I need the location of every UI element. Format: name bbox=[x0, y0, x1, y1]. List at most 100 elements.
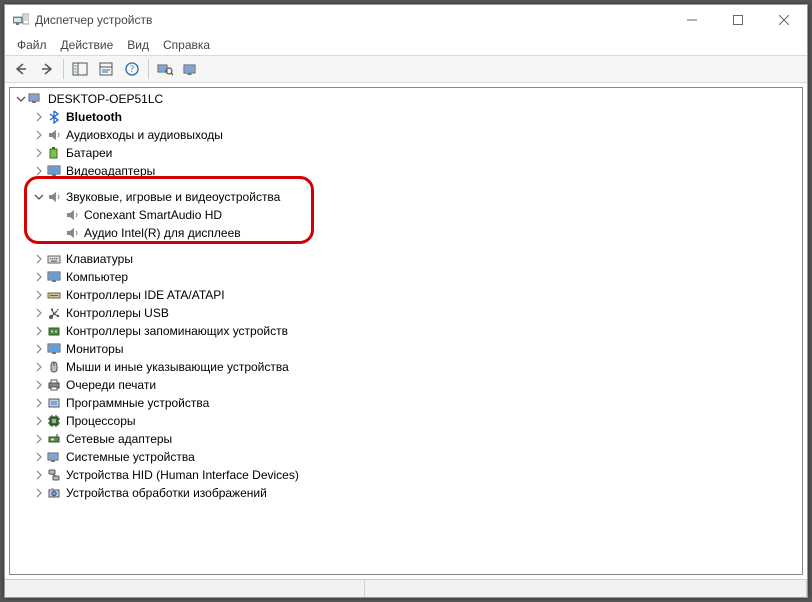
chevron-right-icon[interactable] bbox=[32, 378, 46, 392]
monitor-icon bbox=[46, 269, 62, 285]
network-adapters-label[interactable]: Сетевые адаптеры bbox=[66, 432, 172, 446]
tree-item-mice[interactable]: Мыши и иные указывающие устройства bbox=[14, 358, 802, 376]
printer-icon bbox=[46, 377, 62, 393]
computer-icon bbox=[28, 91, 44, 107]
tree-item-processors[interactable]: Процессоры bbox=[14, 412, 802, 430]
menu-action[interactable]: Действие bbox=[61, 38, 114, 52]
toolbar-add-legacy-button[interactable] bbox=[179, 57, 203, 81]
mouse-icon bbox=[46, 359, 62, 375]
maximize-button[interactable] bbox=[715, 5, 761, 35]
storage-controllers-label[interactable]: Контроллеры запоминающих устройств bbox=[66, 324, 288, 338]
tree-item-bluetooth[interactable]: Bluetooth bbox=[14, 108, 802, 126]
software-devices-label[interactable]: Программные устройства bbox=[66, 396, 209, 410]
menu-view[interactable]: Вид bbox=[127, 38, 149, 52]
mice-label[interactable]: Мыши и иные указывающие устройства bbox=[66, 360, 289, 374]
tree-item-ide-atapi[interactable]: Контроллеры IDE ATA/ATAPI bbox=[14, 286, 802, 304]
cpu-icon bbox=[46, 413, 62, 429]
system-device-icon bbox=[46, 449, 62, 465]
chevron-right-icon[interactable] bbox=[32, 128, 46, 142]
sound-video-game-label[interactable]: Звуковые, игровые и видеоустройства bbox=[66, 190, 280, 204]
speaker-icon bbox=[46, 189, 62, 205]
chevron-down-icon[interactable] bbox=[14, 92, 28, 106]
chevron-right-icon[interactable] bbox=[32, 146, 46, 160]
device-tree[interactable]: DESKTOP-OEP51LC Bluetooth Аудиовходы и а… bbox=[9, 87, 803, 575]
tree-item-display-adapters[interactable]: Видеоадаптеры bbox=[14, 162, 802, 180]
chevron-right-icon[interactable] bbox=[32, 324, 46, 338]
chevron-right-icon[interactable] bbox=[32, 414, 46, 428]
tree-item-keyboards[interactable]: Клавиатуры bbox=[14, 250, 802, 268]
audio-io-label[interactable]: Аудиовходы и аудиовыходы bbox=[66, 128, 223, 142]
tree-item-print-queues[interactable]: Очереди печати bbox=[14, 376, 802, 394]
tree-item-intel-audio[interactable]: Аудио Intel(R) для дисплеев bbox=[14, 224, 802, 242]
toolbar-show-hide-tree-button[interactable] bbox=[68, 57, 92, 81]
tree-item-network-adapters[interactable]: Сетевые адаптеры bbox=[14, 430, 802, 448]
toolbar-properties-button[interactable] bbox=[94, 57, 118, 81]
toolbar-scan-hardware-button[interactable] bbox=[153, 57, 177, 81]
chevron-right-icon[interactable] bbox=[32, 450, 46, 464]
intel-audio-label[interactable]: Аудио Intel(R) для дисплеев bbox=[84, 226, 241, 240]
chevron-right-icon[interactable] bbox=[32, 468, 46, 482]
toolbar: ? bbox=[5, 55, 807, 83]
chevron-right-icon[interactable] bbox=[32, 288, 46, 302]
chevron-right-icon[interactable] bbox=[32, 270, 46, 284]
chevron-right-icon[interactable] bbox=[32, 360, 46, 374]
tree-item-hid[interactable]: Устройства HID (Human Interface Devices) bbox=[14, 466, 802, 484]
tree-item-usb[interactable]: Контроллеры USB bbox=[14, 304, 802, 322]
tree-item-system-devices[interactable]: Системные устройства bbox=[14, 448, 802, 466]
tree-item-computer[interactable]: Компьютер bbox=[14, 268, 802, 286]
ide-atapi-label[interactable]: Контроллеры IDE ATA/ATAPI bbox=[66, 288, 225, 302]
conexant-label[interactable]: Conexant SmartAudio HD bbox=[84, 208, 222, 222]
toolbar-forward-button[interactable] bbox=[35, 57, 59, 81]
chevron-right-icon[interactable] bbox=[32, 432, 46, 446]
titlebar[interactable]: Диспетчер устройств bbox=[5, 5, 807, 35]
computer-label[interactable]: Компьютер bbox=[66, 270, 128, 284]
tree-item-monitors[interactable]: Мониторы bbox=[14, 340, 802, 358]
chevron-right-icon[interactable] bbox=[32, 110, 46, 124]
print-queues-label[interactable]: Очереди печати bbox=[66, 378, 156, 392]
toolbar-help-button[interactable]: ? bbox=[120, 57, 144, 81]
close-button[interactable] bbox=[761, 5, 807, 35]
monitors-label[interactable]: Мониторы bbox=[66, 342, 123, 356]
usb-label[interactable]: Контроллеры USB bbox=[66, 306, 169, 320]
bluetooth-icon bbox=[46, 109, 62, 125]
display-adapters-label[interactable]: Видеоадаптеры bbox=[66, 164, 155, 178]
bluetooth-label[interactable]: Bluetooth bbox=[66, 110, 122, 124]
hid-icon bbox=[46, 467, 62, 483]
chevron-right-icon[interactable] bbox=[32, 342, 46, 356]
menu-file[interactable]: Файл bbox=[17, 38, 47, 52]
tree-item-conexant[interactable]: Conexant SmartAudio HD bbox=[14, 206, 802, 224]
statusbar bbox=[5, 579, 807, 597]
chevron-right-icon[interactable] bbox=[32, 164, 46, 178]
toolbar-back-button[interactable] bbox=[9, 57, 33, 81]
window: Диспетчер устройств Файл Действие Вид Сп… bbox=[4, 4, 808, 598]
tree-item-imaging[interactable]: Устройства обработки изображений bbox=[14, 484, 802, 502]
usb-icon bbox=[46, 305, 62, 321]
tree-item-audio-io[interactable]: Аудиовходы и аудиовыходы bbox=[14, 126, 802, 144]
chevron-down-icon[interactable] bbox=[32, 190, 46, 204]
svg-text:?: ? bbox=[130, 64, 134, 74]
system-devices-label[interactable]: Системные устройства bbox=[66, 450, 195, 464]
keyboards-label[interactable]: Клавиатуры bbox=[66, 252, 133, 266]
ide-icon bbox=[46, 287, 62, 303]
hid-label[interactable]: Устройства HID (Human Interface Devices) bbox=[66, 468, 299, 482]
chevron-right-icon[interactable] bbox=[32, 486, 46, 500]
tree-item-storage-controllers[interactable]: Контроллеры запоминающих устройств bbox=[14, 322, 802, 340]
minimize-button[interactable] bbox=[669, 5, 715, 35]
speaker-icon bbox=[46, 127, 62, 143]
imaging-label[interactable]: Устройства обработки изображений bbox=[66, 486, 267, 500]
chevron-right-icon[interactable] bbox=[32, 252, 46, 266]
battery-icon bbox=[46, 145, 62, 161]
tree-item-software-devices[interactable]: Программные устройства bbox=[14, 394, 802, 412]
tree-root[interactable]: DESKTOP-OEP51LC bbox=[14, 90, 802, 108]
batteries-label[interactable]: Батареи bbox=[66, 146, 112, 160]
chevron-right-icon[interactable] bbox=[32, 396, 46, 410]
speaker-icon bbox=[64, 225, 80, 241]
keyboard-icon bbox=[46, 251, 62, 267]
tree-item-sound-video-game[interactable]: Звуковые, игровые и видеоустройства bbox=[14, 188, 802, 206]
storage-icon bbox=[46, 323, 62, 339]
tree-item-batteries[interactable]: Батареи bbox=[14, 144, 802, 162]
chevron-right-icon[interactable] bbox=[32, 306, 46, 320]
menu-help[interactable]: Справка bbox=[163, 38, 210, 52]
processors-label[interactable]: Процессоры bbox=[66, 414, 136, 428]
root-label[interactable]: DESKTOP-OEP51LC bbox=[48, 92, 163, 106]
